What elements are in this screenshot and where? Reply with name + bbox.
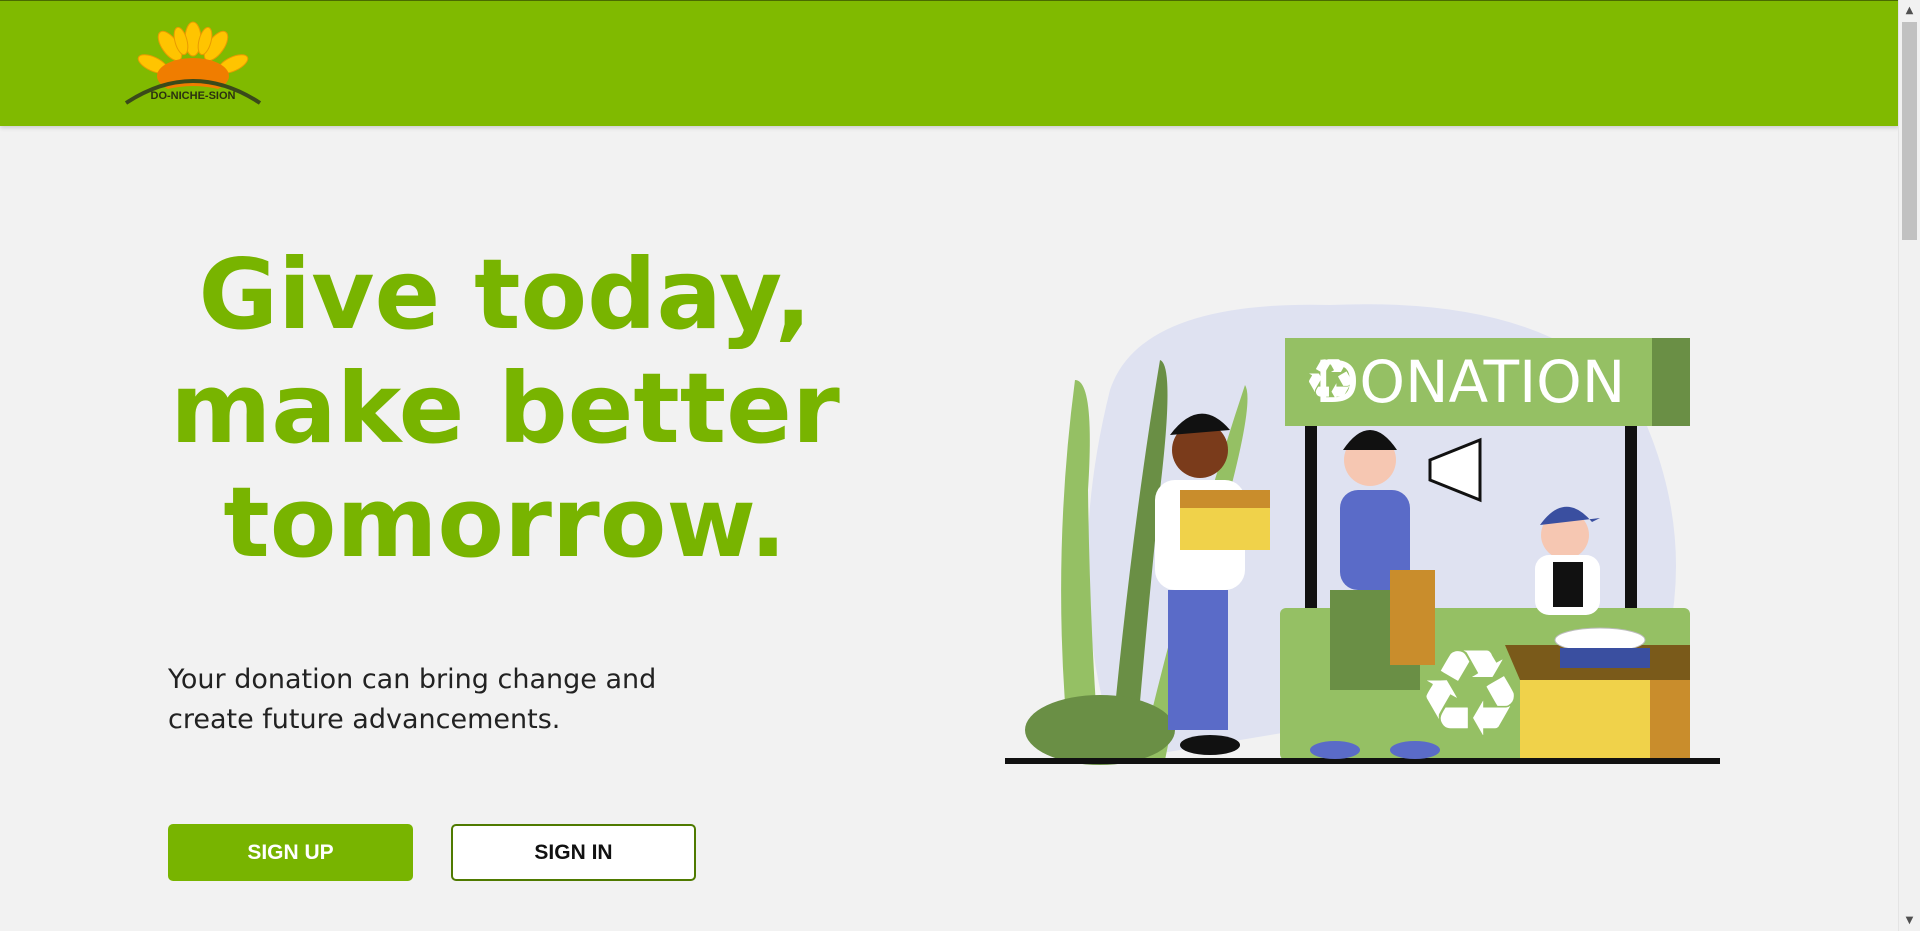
logo-text: DO-NICHE-SION [151, 90, 236, 102]
sign-up-button[interactable]: SIGN UP [168, 824, 413, 881]
scroll-thumb[interactable] [1902, 22, 1917, 240]
vertical-scrollbar[interactable]: ▲ ▼ [1898, 0, 1920, 931]
top-header: DO-NICHE-SION [0, 0, 1899, 126]
hero-subtitle-line: create future advancements. [168, 704, 561, 735]
scroll-up-icon[interactable]: ▲ [1899, 2, 1920, 19]
scroll-down-icon[interactable]: ▼ [1899, 912, 1920, 929]
hero-title-line: tomorrow. [223, 466, 787, 579]
donation-illustration: DONATION ♻ ♻ [1000, 290, 1730, 770]
hero-subtitle: Your donation can bring change and creat… [168, 660, 688, 740]
sunflower-logo-icon: DO-NICHE-SION [124, 21, 262, 105]
do-niche-sion-logo[interactable]: DO-NICHE-SION [118, 19, 268, 109]
hero-title: Give today, make better tomorrow. [150, 238, 860, 580]
hero-title-line: Give today, [198, 238, 812, 351]
hero-subtitle-line: Your donation can bring change and [168, 664, 657, 695]
sign-in-button[interactable]: SIGN IN [451, 824, 696, 881]
hero-title-line: make better [170, 352, 840, 465]
donation-sign-text: DONATION [1315, 348, 1625, 416]
donation-booth-illustration-icon: DONATION ♻ ♻ [1005, 304, 1720, 765]
svg-text:♻: ♻ [1304, 346, 1356, 414]
